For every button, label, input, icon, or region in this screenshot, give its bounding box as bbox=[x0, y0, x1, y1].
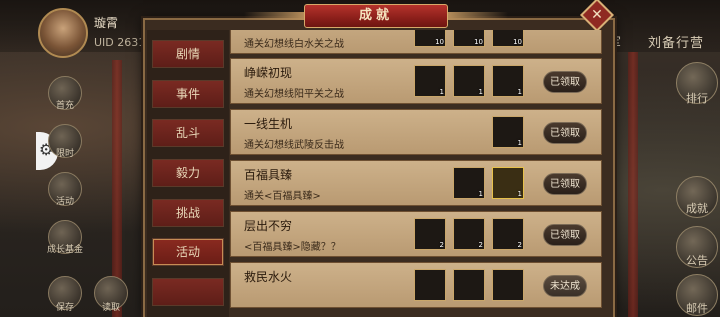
tab-extra[interactable] bbox=[152, 278, 224, 306]
claimed-button[interactable]: 已领取 bbox=[543, 224, 587, 246]
item-count: 10 bbox=[474, 38, 483, 46]
dialog-title: 成就 bbox=[358, 8, 393, 23]
orange-fruit-icon[interactable]: 2 bbox=[453, 218, 485, 250]
achievement-title: 一线生机 bbox=[244, 117, 293, 131]
claimed-button[interactable]: 已领取 bbox=[543, 122, 587, 144]
scroll-icon[interactable]: 1 bbox=[414, 65, 446, 97]
tab-story[interactable]: 剧情 bbox=[152, 40, 224, 68]
not-achieved-button[interactable]: 未达成 bbox=[543, 275, 587, 297]
player-avatar[interactable] bbox=[38, 8, 88, 58]
achievement-title: 峥嵘初现 bbox=[244, 66, 293, 80]
tab-challenge[interactable]: 挑战 bbox=[152, 199, 224, 227]
item-count: 2 bbox=[439, 241, 444, 249]
growth-fund-label: 成长基金 bbox=[46, 245, 83, 255]
achievement-row: 通关幻想线白水关之战 10 10 10 bbox=[230, 30, 602, 54]
blue-scroll-icon[interactable]: 1 bbox=[492, 116, 524, 148]
activity-label: 活动 bbox=[55, 197, 74, 207]
achievement-desc: 通关<百福具臻> bbox=[244, 191, 321, 202]
achievement-title: 救民水火 bbox=[244, 270, 293, 284]
blue-fruit-icon[interactable]: 2 bbox=[492, 218, 524, 250]
load-label: 读取 bbox=[101, 303, 120, 313]
title-ornament-right bbox=[448, 12, 508, 20]
save-label: 保存 bbox=[55, 303, 74, 313]
achievement-list[interactable]: 通关幻想线白水关之战 10 10 10 峥嵘初现 通关幻想线阳平关之战 1 1 … bbox=[230, 30, 602, 317]
item-count: 1 bbox=[439, 88, 444, 96]
achievement-desc: 通关幻想线阳平关之战 bbox=[244, 89, 344, 100]
claimed-button[interactable]: 已领取 bbox=[543, 71, 587, 93]
tab-activity[interactable]: 活动 bbox=[152, 238, 224, 266]
gourd-icon[interactable]: 1 bbox=[453, 65, 485, 97]
mail-label: 邮件 bbox=[686, 302, 708, 315]
item-icon[interactable]: 10 bbox=[414, 30, 446, 47]
item-count: 2 bbox=[517, 241, 522, 249]
warrior-icon[interactable] bbox=[414, 269, 446, 301]
tab-melee[interactable]: 乱斗 bbox=[152, 119, 224, 147]
firework-icon[interactable]: 1 bbox=[453, 167, 485, 199]
item-count: 1 bbox=[517, 139, 522, 147]
notice-label: 公告 bbox=[686, 254, 708, 267]
achievement-row: 层出不穷 <百福具臻>隐藏？？ 2 2 2 已领取 bbox=[230, 211, 602, 257]
item-count: 1 bbox=[478, 88, 483, 96]
achievement-label: 成就 bbox=[686, 202, 708, 215]
item-count: 1 bbox=[517, 88, 522, 96]
armor-icon[interactable]: 1 bbox=[492, 65, 524, 97]
achievement-row: 峥嵘初现 通关幻想线阳平关之战 1 1 1 已领取 bbox=[230, 58, 602, 104]
achievement-row: 一线生机 通关幻想线武陵反击战 1 已领取 bbox=[230, 109, 602, 155]
title-ornament-left bbox=[244, 12, 304, 20]
item-icon[interactable]: 10 bbox=[453, 30, 485, 47]
warrior-white-icon[interactable] bbox=[492, 269, 524, 301]
achievement-desc: <百福具臻>隐藏？？ bbox=[244, 242, 341, 253]
item-count: 1 bbox=[478, 190, 483, 198]
claimed-button[interactable]: 已领取 bbox=[543, 173, 587, 195]
tab-event[interactable]: 事件 bbox=[152, 80, 224, 108]
ranking-label: 排行 bbox=[686, 92, 708, 105]
close-icon: ✕ bbox=[591, 6, 603, 23]
item-icon[interactable]: 10 bbox=[492, 30, 524, 47]
item-count: 1 bbox=[517, 190, 522, 198]
red-fruit-icon[interactable]: 2 bbox=[414, 218, 446, 250]
first-recharge-label: 首充 bbox=[55, 101, 74, 111]
achievement-title: 百福具臻 bbox=[244, 168, 293, 182]
item-count: 10 bbox=[513, 38, 522, 46]
item-count: 2 bbox=[478, 241, 483, 249]
achievement-desc: 通关幻想线白水关之战 bbox=[244, 39, 344, 50]
achievement-title: 层出不穷 bbox=[244, 219, 293, 233]
achievement-row: 百福具臻 通关<百福具臻> 1 1 已领取 bbox=[230, 160, 602, 206]
tab-perseverance[interactable]: 毅力 bbox=[152, 159, 224, 187]
warrior-red-icon[interactable] bbox=[453, 269, 485, 301]
achievement-row: 救民水火 未达成 bbox=[230, 262, 602, 308]
item-count: 10 bbox=[435, 38, 444, 46]
limited-time-label: 限时 bbox=[55, 149, 74, 159]
background-pillar bbox=[628, 52, 638, 317]
player-name: 璇霄 bbox=[94, 16, 119, 30]
achievement-desc: 通关幻想线武陵反击战 bbox=[244, 140, 344, 151]
golden-creature-icon[interactable]: 1 bbox=[492, 167, 524, 199]
top-tab-camp[interactable]: 刘备行营 bbox=[648, 32, 704, 51]
